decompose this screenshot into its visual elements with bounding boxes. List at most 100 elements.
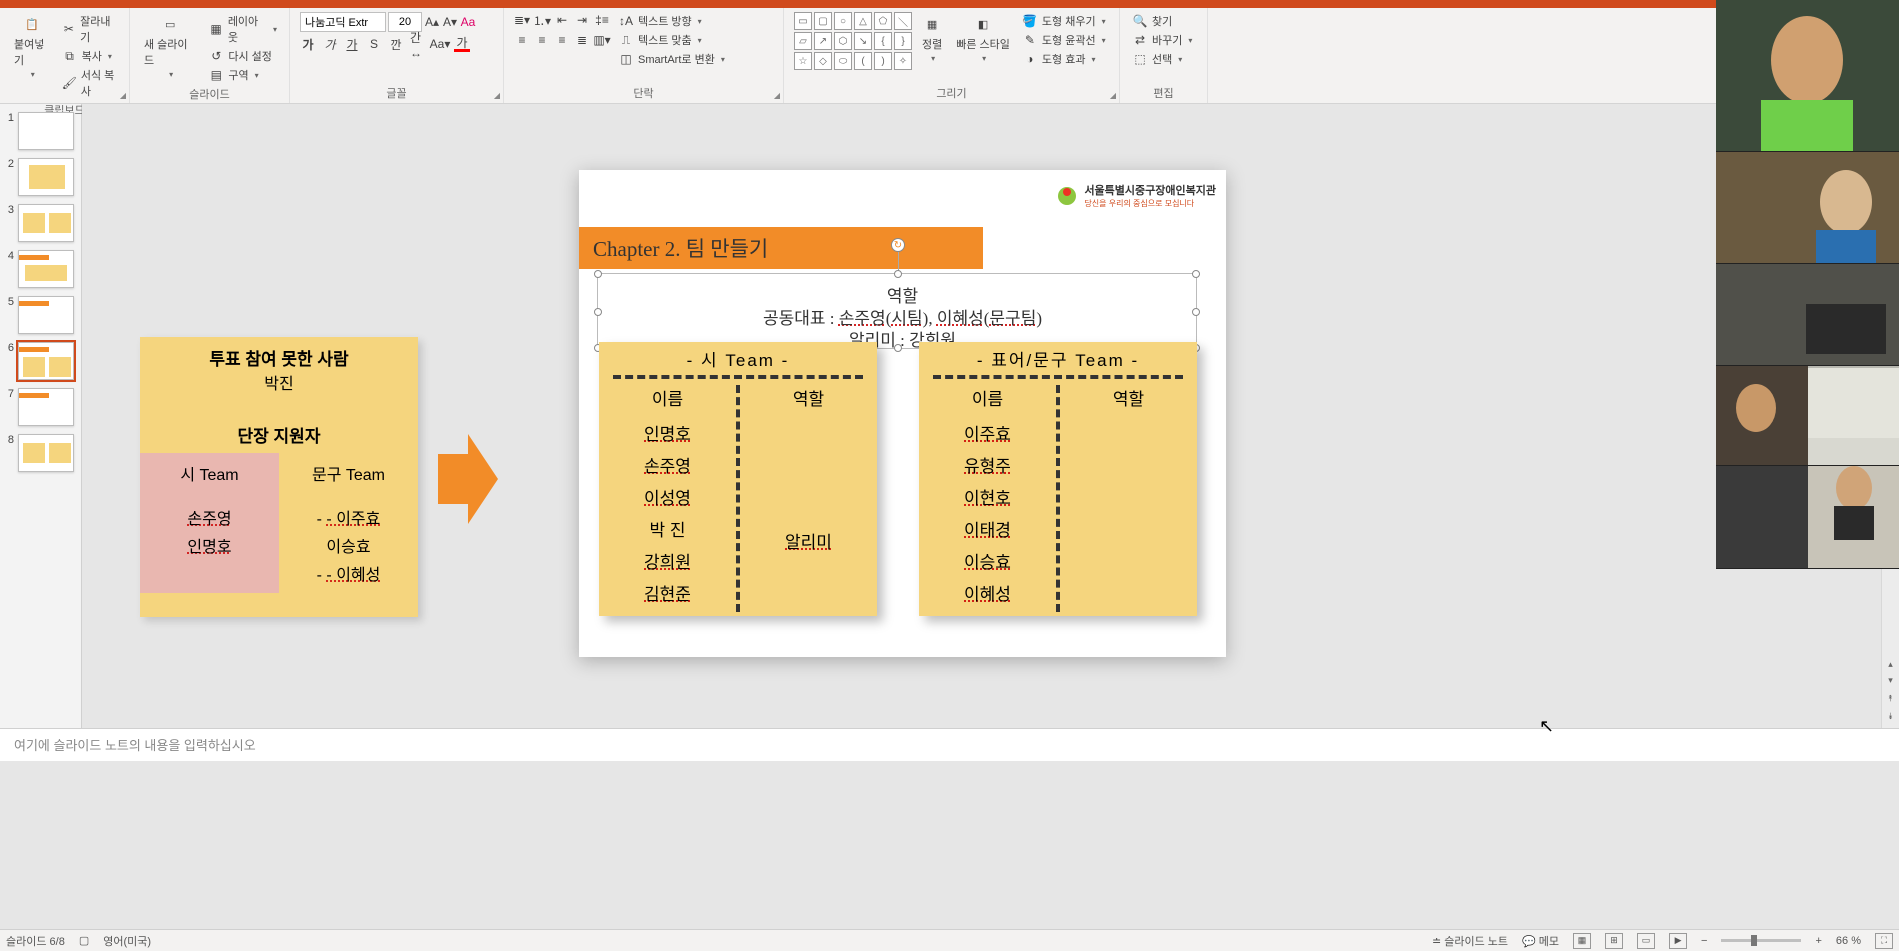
video-tile[interactable]	[1808, 366, 1899, 466]
new-slide-button[interactable]: ▭ 새 슬라이드 ▾	[140, 12, 200, 81]
paste-button[interactable]: 📋 붙여넣기 ▾	[10, 12, 54, 81]
ribbon: 📋 붙여넣기 ▾ ✂잘라내기 ⧉복사▾ 🖌서식 복사 클립보드 ◢ ▭ 새 슬라…	[0, 8, 1899, 104]
copy-button[interactable]: ⧉복사▾	[60, 47, 119, 65]
shape-effects-button[interactable]: ◑도형 효과▾	[1020, 50, 1108, 68]
quick-styles-button[interactable]: ◧ 빠른 스타일 ▾	[952, 12, 1014, 65]
next-slide-icon[interactable]: ⯯	[1882, 708, 1899, 724]
shape-fill-button[interactable]: 🪣도형 채우기▾	[1020, 12, 1108, 30]
cut-icon: ✂	[62, 21, 77, 37]
line-spacing-icon[interactable]: ‡≡	[594, 12, 610, 28]
ribbon-group-drawing: ▭▢○△⬠＼ ▱↗⬡↘{} ☆◇⬭()✧ ▦ 정렬 ▾ ◧ 빠른 스타일 ▾ 🪣…	[784, 8, 1120, 103]
note-sticky[interactable]: 투표 참여 못한 사람 박진 단장 지원자 시 Team 손주영 인명호 문구 …	[140, 337, 418, 617]
font-name-input[interactable]	[300, 12, 386, 32]
notebox-col1-item: 인명호	[140, 533, 279, 557]
video-tile[interactable]	[1808, 466, 1899, 569]
shape-outline-button[interactable]: ✎도형 윤곽선▾	[1020, 31, 1108, 49]
text-align-button[interactable]: ⎍텍스트 맞춤▾	[616, 31, 727, 49]
ribbon-group-slides: ▭ 새 슬라이드 ▾ ▦레이아웃▾ ↺다시 설정 ▤구역▾ 슬라이드	[130, 8, 290, 103]
chapter-title-bar[interactable]: Chapter 2. 팀 만들기	[579, 227, 983, 269]
normal-view-icon[interactable]: ▦	[1573, 933, 1591, 949]
thumbnail-6[interactable]: 6	[4, 342, 77, 380]
text-direction-button[interactable]: ↕A텍스트 방향▾	[616, 12, 727, 30]
bold-icon[interactable]: 가	[300, 36, 316, 52]
decrease-font-icon[interactable]: A▾	[442, 14, 458, 30]
arrange-button[interactable]: ▦ 정렬 ▾	[918, 12, 946, 65]
select-button[interactable]: ⬚선택▾	[1130, 50, 1194, 68]
rotate-handle-icon[interactable]: ↻	[891, 238, 905, 252]
zoom-percent[interactable]: 66 %	[1836, 935, 1861, 947]
italic-icon[interactable]: 가	[322, 36, 338, 52]
slideshow-view-icon[interactable]: ▶	[1669, 933, 1687, 949]
increase-indent-icon[interactable]: ⇥	[574, 12, 590, 28]
team-card-si[interactable]: - 시 Team - 이름 인명호 손주영 이성영 박 진 강희원 김현준	[599, 342, 877, 616]
shadow-icon[interactable]: 깐	[388, 36, 404, 52]
notebox-col2-item: - - 이주효	[279, 505, 418, 529]
dialog-launcher-icon[interactable]: ◢	[774, 91, 780, 100]
replace-button[interactable]: ⇄바꾸기▾	[1130, 31, 1194, 49]
resize-handle[interactable]	[894, 270, 902, 278]
thumbnail-pane[interactable]: 1 2 3 4 5 6 7 8	[0, 104, 82, 728]
change-case-icon[interactable]: Aa▾	[432, 36, 448, 52]
prev-slide-icon[interactable]: ⯭	[1882, 690, 1899, 706]
team-card-mg[interactable]: - 표어/문구 Team - 이름 이주효 유형주 이현호 이태경 이승효 이혜…	[919, 342, 1197, 616]
numbering-icon[interactable]: ⒈▾	[534, 12, 550, 28]
language-indicator[interactable]: 영어(미국)	[103, 933, 151, 949]
notes-pane[interactable]: 여기에 슬라이드 노트의 내용을 입력하십시오	[0, 728, 1899, 761]
thumbnail-8[interactable]: 8	[4, 434, 77, 472]
dialog-launcher-icon[interactable]: ◢	[120, 91, 126, 100]
justify-icon[interactable]: ≣	[574, 32, 590, 48]
thumbnail-7[interactable]: 7	[4, 388, 77, 426]
underline-icon[interactable]: 가	[344, 36, 360, 52]
notes-toggle[interactable]: ≐ 슬라이드 노트	[1432, 933, 1508, 949]
columns-icon[interactable]: ▥▾	[594, 32, 610, 48]
smartart-button[interactable]: ◫SmartArt로 변환▾	[616, 50, 727, 68]
slide-canvas[interactable]: 서울특별시중구장애인복지관 당신을 우리의 중심으로 모십니다 Chapter …	[579, 170, 1226, 657]
zoom-slider[interactable]	[1721, 939, 1801, 942]
layout-button[interactable]: ▦레이아웃▾	[206, 12, 279, 46]
decrease-indent-icon[interactable]: ⇤	[554, 12, 570, 28]
align-right-icon[interactable]: ≡	[554, 32, 570, 48]
spell-check-icon[interactable]: ▢	[79, 934, 89, 947]
clear-format-icon[interactable]: Aa	[460, 14, 476, 30]
slide-editor[interactable]: 투표 참여 못한 사람 박진 단장 지원자 시 Team 손주영 인명호 문구 …	[82, 104, 1899, 728]
thumbnail-5[interactable]: 5	[4, 296, 77, 334]
video-tile[interactable]	[1716, 264, 1899, 366]
resize-handle[interactable]	[594, 270, 602, 278]
thumbnail-2[interactable]: 2	[4, 158, 77, 196]
comments-toggle[interactable]: 💬 메모	[1522, 933, 1559, 949]
section-button[interactable]: ▤구역▾	[206, 66, 279, 84]
text-align-label: 텍스트 맞춤	[638, 32, 692, 48]
copy-label: 복사	[82, 48, 102, 64]
reading-view-icon[interactable]: ▭	[1637, 933, 1655, 949]
zoom-in-icon[interactable]: +	[1815, 935, 1821, 947]
dialog-launcher-icon[interactable]: ◢	[494, 91, 500, 100]
thumbnail-4[interactable]: 4	[4, 250, 77, 288]
arrange-icon: ▦	[922, 14, 942, 34]
resize-handle[interactable]	[1192, 270, 1200, 278]
find-button[interactable]: 🔍찾기	[1130, 12, 1194, 30]
reset-button[interactable]: ↺다시 설정	[206, 47, 279, 65]
shape-gallery[interactable]: ▭▢○△⬠＼ ▱↗⬡↘{} ☆◇⬭()✧	[794, 12, 912, 70]
font-color-icon[interactable]: 가	[454, 36, 470, 52]
increase-font-icon[interactable]: A▴	[424, 14, 440, 30]
video-tile[interactable]	[1716, 152, 1899, 264]
bullets-icon[interactable]: ≣▾	[514, 12, 530, 28]
scroll-down-icon[interactable]: ▾	[1882, 672, 1899, 688]
notebox-col2-header: 문구 Team	[279, 461, 418, 485]
sorter-view-icon[interactable]: ⊞	[1605, 933, 1623, 949]
shape-fill-label: 도형 채우기	[1042, 13, 1096, 29]
notebox-subtitle: 단장 지원자	[140, 394, 418, 453]
format-painter-button[interactable]: 🖌서식 복사	[60, 66, 119, 100]
fit-window-icon[interactable]: ⛶	[1875, 933, 1893, 949]
dialog-launcher-icon[interactable]: ◢	[1110, 91, 1116, 100]
thumbnail-3[interactable]: 3	[4, 204, 77, 242]
scroll-up-icon[interactable]: ▴	[1882, 656, 1899, 672]
spacing-icon[interactable]: 간↔	[410, 36, 426, 52]
cut-button[interactable]: ✂잘라내기	[60, 12, 119, 46]
strike-icon[interactable]: S	[366, 36, 382, 52]
zoom-out-icon[interactable]: −	[1701, 935, 1707, 947]
align-left-icon[interactable]: ≡	[514, 32, 530, 48]
video-tile[interactable]	[1716, 366, 1808, 466]
align-center-icon[interactable]: ≡	[534, 32, 550, 48]
video-tile[interactable]	[1716, 0, 1899, 152]
